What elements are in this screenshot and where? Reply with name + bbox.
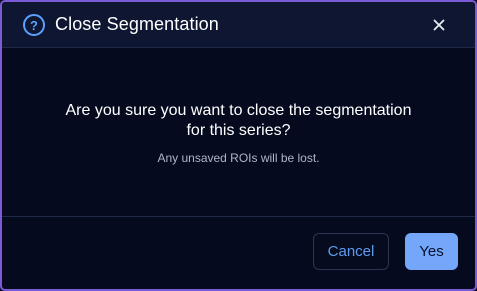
cancel-button[interactable]: Cancel <box>313 233 389 270</box>
footer-divider <box>2 216 475 217</box>
dialog-title: Close Segmentation <box>55 14 219 34</box>
question-circle-icon: ? <box>23 14 45 36</box>
close-segmentation-dialog: ? Close Segmentation Are you sure you wa… <box>0 0 477 291</box>
dialog-header: ? Close Segmentation <box>2 2 475 48</box>
yes-button[interactable]: Yes <box>405 233 458 270</box>
close-icon <box>433 19 445 31</box>
dialog-body: Are you sure you want to close the segme… <box>2 48 475 216</box>
close-button[interactable] <box>428 14 450 36</box>
question-line-1: Are you sure you want to close the segme… <box>65 102 412 119</box>
confirmation-question: Are you sure you want to close the segme… <box>2 101 475 141</box>
warning-note: Any unsaved ROIs will be lost. <box>157 151 320 165</box>
question-line-2: for this series? <box>186 122 291 139</box>
